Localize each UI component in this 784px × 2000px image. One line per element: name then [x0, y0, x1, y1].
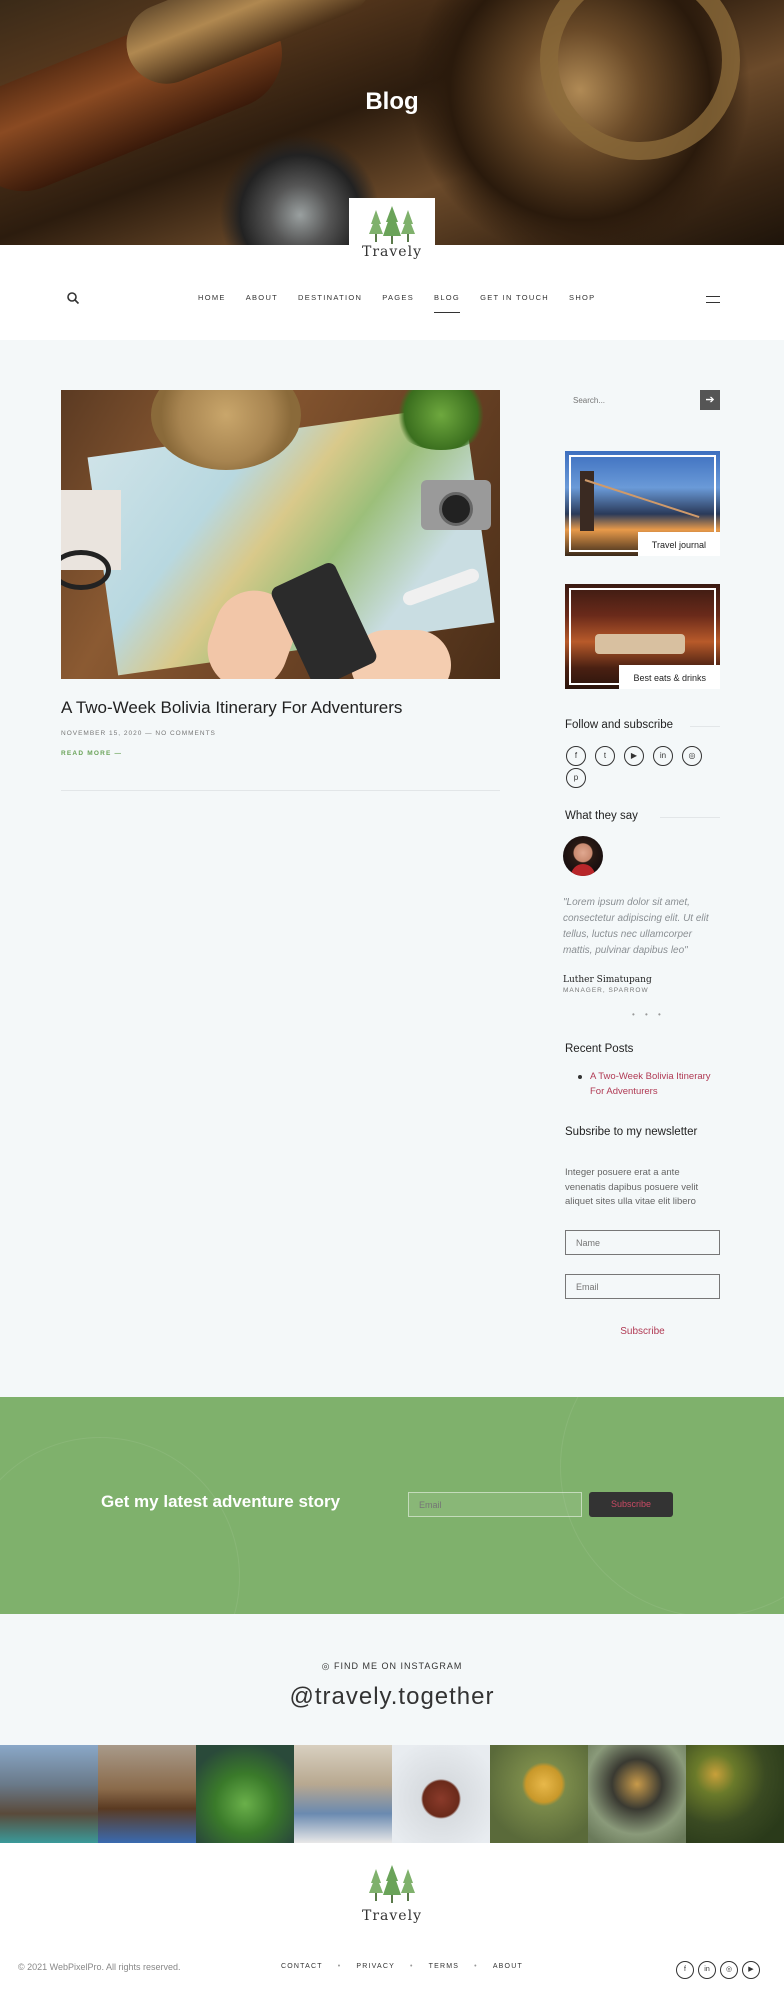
youtube-icon[interactable]: ▶ [624, 746, 644, 766]
testimonial-heading: What they say [565, 810, 638, 822]
post-featured-image[interactable] [61, 390, 500, 679]
instagram-photo[interactable] [294, 1745, 392, 1843]
band-email-field[interactable] [408, 1492, 582, 1517]
arrow-right-icon: ➔ [705, 394, 715, 406]
recent-posts-heading: Recent Posts [565, 1043, 634, 1055]
instagram-icon: ◎ [321, 1661, 334, 1671]
linkedin-icon[interactable]: in [653, 746, 673, 766]
footer-link-contact[interactable]: CONTACT [281, 1963, 323, 1970]
nav-blog[interactable]: BLOG [434, 293, 461, 313]
search-input[interactable] [565, 389, 695, 411]
instagram-photo[interactable] [98, 1745, 196, 1843]
testimonial-author: Luther Simatupang [563, 975, 652, 985]
nav-pages[interactable]: PAGES [382, 293, 414, 307]
sidebar-search [565, 389, 720, 411]
newsletter-text: Integer posuere erat a ante venenatis da… [565, 1167, 699, 1207]
promo-best-eats[interactable]: Best eats & drinks [565, 584, 720, 689]
search-submit-button[interactable]: ➔ [700, 390, 720, 410]
post-meta: NOVEMBER 15, 2020 — NO COMMENTS [61, 730, 216, 737]
page-title: Blog [365, 88, 419, 115]
logo-text: Travely [362, 244, 422, 260]
nav-about[interactable]: ABOUT [246, 293, 278, 307]
nav-destination[interactable]: DESTINATION [298, 293, 362, 307]
promo-label: Best eats & drinks [619, 665, 720, 689]
testimonial-quote: "Lorem ipsum dolor sit amet, consectetur… [563, 897, 709, 956]
nav-shop[interactable]: SHOP [569, 293, 595, 307]
instagram-icon[interactable]: ◎ [720, 1961, 738, 1979]
linkedin-icon[interactable]: in [698, 1961, 716, 1979]
testimonial-role: MANAGER, SPARROW [563, 987, 649, 994]
instagram-photo[interactable] [0, 1745, 98, 1843]
pinterest-icon[interactable]: p [566, 768, 586, 788]
heading-rule [690, 726, 720, 727]
carousel-dots[interactable]: • • • [632, 1010, 665, 1019]
footer-social: f in ◎ ▶ [676, 1961, 760, 1979]
nav-home[interactable]: HOME [198, 293, 226, 307]
footer-links: CONTACT • PRIVACY • TERMS • ABOUT [281, 1963, 523, 1970]
search-icon[interactable] [66, 291, 80, 305]
instagram-handle[interactable]: @travely.together [0, 1683, 784, 1711]
instagram-gallery [0, 1745, 784, 1843]
copyright-text: © 2021 WebPixelPro. All rights reserved. [18, 1962, 181, 1972]
logo-text: Travely [362, 1908, 422, 1924]
youtube-icon[interactable]: ▶ [742, 1961, 760, 1979]
nav-get-in-touch[interactable]: GET IN TOUCH [480, 293, 549, 307]
post-title[interactable]: A Two-Week Bolivia Itinerary For Adventu… [61, 698, 402, 718]
footer-logo[interactable]: Travely [349, 1865, 435, 1935]
instagram-photo[interactable] [588, 1745, 686, 1843]
instagram-photo[interactable] [490, 1745, 588, 1843]
post-divider [61, 790, 500, 791]
trees-logo-icon [369, 206, 415, 244]
instagram-photo[interactable] [196, 1745, 294, 1843]
instagram-icon[interactable]: ◎ [682, 746, 702, 766]
newsletter-heading: Subsribe to my newsletter [565, 1126, 698, 1138]
site-logo[interactable]: Travely [349, 198, 435, 274]
facebook-icon[interactable]: f [566, 746, 586, 766]
band-subscribe-button[interactable]: Subscribe [589, 1492, 673, 1517]
promo-label: Travel journal [637, 532, 720, 556]
follow-heading: Follow and subscribe [565, 719, 674, 731]
facebook-icon[interactable]: f [676, 1961, 694, 1979]
footer-link-privacy[interactable]: PRIVACY [356, 1963, 395, 1970]
footer-link-terms[interactable]: TERMS [429, 1963, 460, 1970]
list-bullet [578, 1075, 582, 1079]
hero-compass-image [540, 0, 740, 160]
heading-rule [660, 817, 720, 818]
email-field[interactable] [565, 1274, 720, 1299]
recent-post-link[interactable]: A Two-Week Bolivia Itinerary For Adventu… [590, 1069, 720, 1099]
instagram-photo[interactable] [392, 1745, 490, 1843]
avatar [563, 836, 603, 876]
trees-logo-icon [369, 1865, 415, 1903]
read-more-link[interactable]: READ MORE — [61, 750, 122, 757]
hamburger-menu-icon[interactable] [706, 296, 720, 303]
twitter-icon[interactable]: t [595, 746, 615, 766]
name-field[interactable] [565, 1230, 720, 1255]
footer-link-about[interactable]: ABOUT [493, 1963, 523, 1970]
instagram-photo[interactable] [686, 1745, 784, 1843]
promo-travel-journal[interactable]: Travel journal [565, 451, 720, 556]
band-title: Get my latest adventure story [101, 1492, 341, 1511]
main-menu: HOME ABOUT DESTINATION PAGES BLOG GET IN… [198, 293, 615, 313]
instagram-label: ◎ FIND ME ON INSTAGRAM [321, 1661, 463, 1671]
